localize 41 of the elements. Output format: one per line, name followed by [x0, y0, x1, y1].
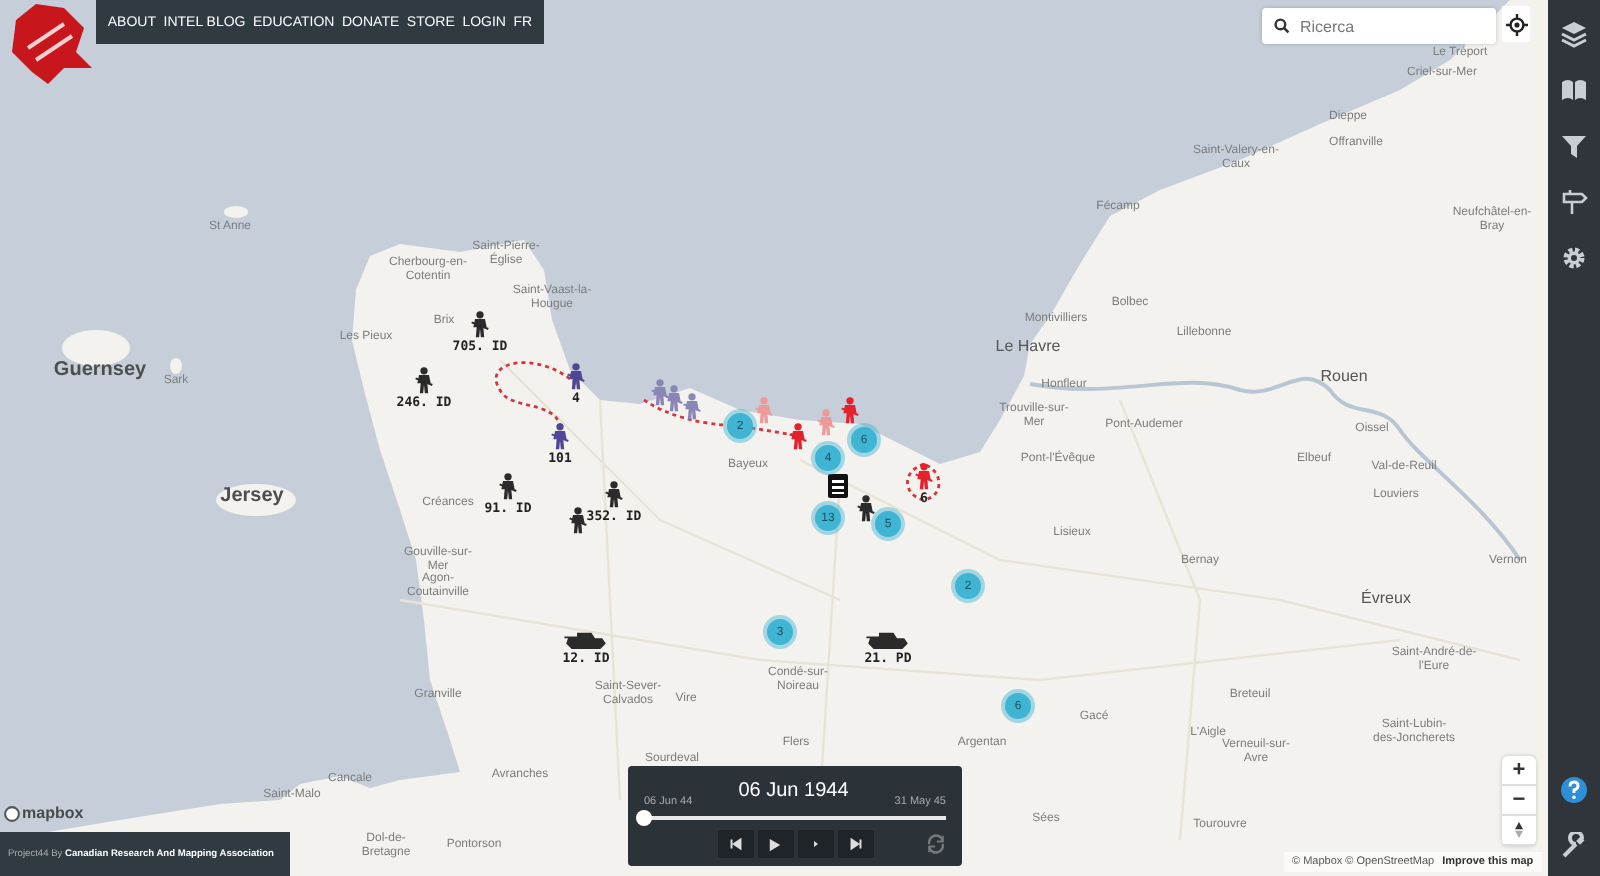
soldier-icon[interactable]	[498, 472, 518, 500]
tank-icon[interactable]	[562, 631, 610, 649]
skip-back-button[interactable]	[717, 830, 753, 858]
soldier-icon[interactable]	[414, 366, 434, 394]
soldier-icon[interactable]	[470, 310, 490, 338]
play-icon	[768, 837, 782, 851]
place-label: Jersey	[220, 485, 284, 507]
zoom-in-button[interactable]: +	[1502, 756, 1536, 786]
help-icon[interactable]	[1560, 776, 1588, 804]
soldier-icon[interactable]	[550, 422, 570, 450]
signpost-icon[interactable]	[1560, 188, 1588, 216]
book-icon[interactable]	[1560, 76, 1588, 104]
soldier-icon[interactable]	[568, 506, 588, 534]
slider-thumb[interactable]	[636, 810, 652, 826]
place-label: Guernsey	[53, 359, 147, 381]
place-label: Évreux	[1361, 591, 1411, 609]
settings-icon[interactable]	[1560, 244, 1588, 272]
mapbox-logo-text: mapbox	[22, 804, 84, 822]
headquarters-icon[interactable]	[828, 474, 848, 498]
caret-icon	[811, 840, 819, 848]
place-label: Le Havre	[995, 339, 1061, 357]
soldier-icon[interactable]	[566, 362, 586, 390]
skip-end-icon	[849, 838, 861, 850]
search-field[interactable]: Ricerca	[1262, 8, 1496, 44]
repeat-icon[interactable]	[926, 834, 946, 854]
skip-end-button[interactable]	[837, 830, 873, 858]
play-button[interactable]	[757, 830, 793, 858]
search-icon	[1274, 18, 1290, 34]
compass-icon	[1514, 822, 1524, 838]
skip-back-icon	[729, 838, 741, 850]
crosshair-icon	[1505, 13, 1527, 35]
layers-icon[interactable]	[1560, 20, 1588, 48]
wrench-icon[interactable]	[1560, 832, 1588, 860]
soldier-icon[interactable]	[856, 494, 876, 522]
place-label: Rouen	[1320, 369, 1368, 387]
current-date: 06 Jun 1944	[738, 779, 849, 801]
soldier-icon[interactable]	[604, 480, 624, 508]
zoom-out-button[interactable]: −	[1502, 786, 1536, 816]
locate-button[interactable]	[1502, 6, 1530, 42]
filter-icon[interactable]	[1560, 132, 1588, 160]
tank-icon[interactable]	[864, 631, 912, 649]
